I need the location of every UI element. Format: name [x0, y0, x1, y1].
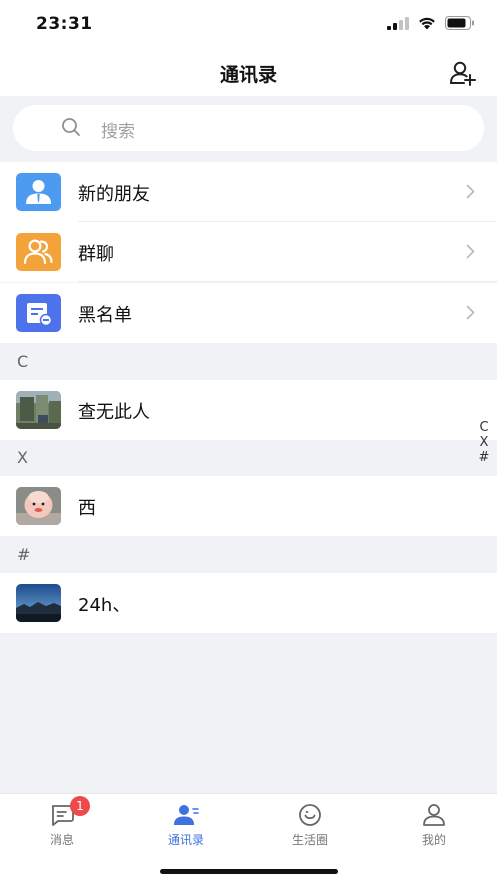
index-letter-c[interactable]: C	[479, 420, 488, 435]
search-placeholder: 搜索	[101, 122, 135, 142]
contact-row[interactable]: 西	[0, 476, 497, 536]
battery-icon	[445, 16, 474, 30]
tab-messages[interactable]: 1 消息	[0, 794, 124, 854]
section-letter: X	[17, 448, 28, 467]
menu-label-blacklist: 黑名单	[78, 305, 132, 326]
page-title: 通讯录	[219, 64, 277, 86]
profile-icon	[423, 804, 445, 826]
wifi-icon	[419, 17, 435, 30]
divider	[78, 281, 497, 282]
tab-profile[interactable]: 我的	[372, 794, 496, 854]
status-bar: 23:31	[0, 0, 497, 48]
contact-row[interactable]: 24h、	[0, 573, 497, 633]
tab-contacts[interactable]: 通讯录	[124, 794, 248, 854]
chevron-right-icon	[466, 184, 475, 199]
search-icon	[62, 118, 80, 136]
moments-icon	[299, 804, 321, 826]
avatar	[16, 584, 61, 622]
chevron-right-icon	[466, 305, 475, 320]
contact-name: 24h、	[78, 595, 131, 616]
tab-label: 生活圈	[291, 833, 328, 847]
tab-bar: 1 消息 通讯录 生活圈 我的	[0, 793, 497, 883]
contact-name: 西	[78, 498, 96, 519]
index-letter-x[interactable]: X	[480, 435, 489, 450]
status-time: 23:31	[36, 14, 93, 34]
menu-label-group-chat: 群聊	[78, 244, 114, 265]
blacklist-icon	[16, 294, 61, 332]
blacklist-row[interactable]: 黑名单	[0, 283, 497, 343]
unread-badge: 1	[70, 796, 90, 816]
section-header-x: X	[0, 440, 497, 476]
new-friend-icon	[16, 173, 61, 211]
alphabet-index[interactable]: C X #	[477, 420, 491, 465]
search-input[interactable]: 搜索	[13, 105, 484, 151]
add-user-icon[interactable]	[449, 60, 477, 86]
group-chat-row[interactable]: 群聊	[0, 222, 497, 282]
home-indicator[interactable]	[160, 869, 338, 874]
new-friends-row[interactable]: 新的朋友	[0, 162, 497, 222]
section-letter: C	[17, 352, 29, 371]
menu-label-new-friends: 新的朋友	[78, 184, 150, 205]
contact-row[interactable]: 查无此人	[0, 380, 497, 440]
index-letter-hash[interactable]: #	[479, 450, 490, 465]
tab-moments[interactable]: 生活圈	[248, 794, 372, 854]
tab-label: 消息	[49, 833, 74, 847]
section-letter: #	[17, 545, 31, 564]
signal-icon	[387, 16, 409, 30]
nav-bar: 通讯录	[0, 48, 497, 96]
section-header-hash: #	[0, 537, 497, 573]
section-header-c: C	[0, 344, 497, 380]
tab-label: 我的	[421, 833, 446, 847]
contacts-icon	[174, 805, 199, 825]
chevron-right-icon	[466, 244, 475, 259]
avatar	[16, 391, 61, 429]
avatar	[16, 487, 61, 525]
tab-label: 通讯录	[167, 833, 204, 847]
status-icons	[387, 16, 475, 30]
search-area: 搜索	[0, 96, 497, 162]
contact-name: 查无此人	[78, 402, 150, 423]
group-chat-icon	[16, 233, 61, 271]
